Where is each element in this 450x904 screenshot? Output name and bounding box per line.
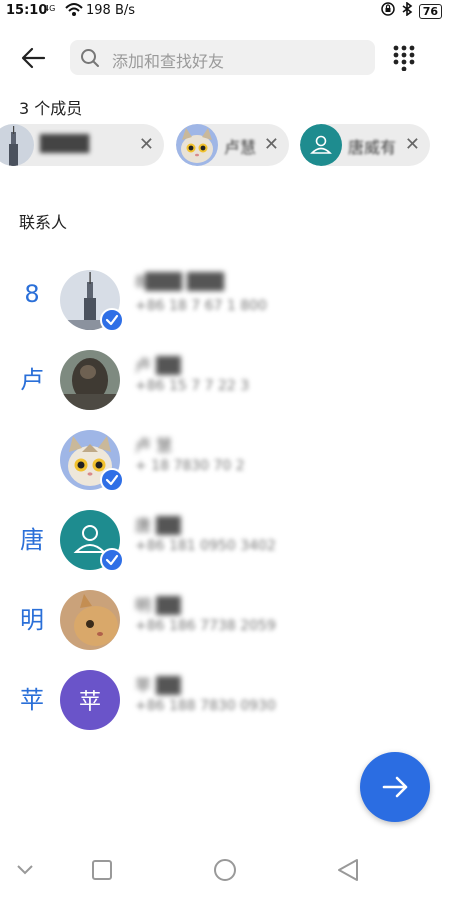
contact-phone: +86 15 7 7 22 3 — [135, 378, 250, 394]
home-circle-icon[interactable] — [214, 859, 236, 881]
avatar — [176, 124, 218, 166]
remove-member-close-icon[interactable]: ✕ — [139, 134, 154, 155]
contact-name: 唐 ██ — [135, 516, 181, 535]
contact-phone: +86 18 7 67 1 800 — [135, 298, 267, 314]
network-type: 4G — [44, 4, 56, 13]
back-arrow-icon — [21, 47, 46, 69]
index-letter: 8 — [24, 280, 40, 308]
index-letter: 卢 — [20, 366, 44, 394]
remove-member-close-icon[interactable]: ✕ — [405, 134, 420, 155]
contact-phone: + 18 7830 70 2 — [135, 458, 245, 474]
contact-row[interactable]: 苹 苹 苹 ██ +86 188 7830 0930 — [0, 660, 450, 738]
avatar — [60, 350, 120, 410]
avatar-initial: 苹 — [78, 690, 101, 715]
recents-square-icon[interactable] — [92, 860, 112, 880]
avatar: 苹 — [60, 670, 120, 730]
wifi-icon — [65, 1, 83, 23]
back-triangle-icon[interactable] — [338, 859, 358, 881]
person-icon — [310, 135, 332, 154]
search-bar[interactable]: 添加和查找好友 — [70, 40, 375, 75]
avatar — [60, 590, 120, 650]
contact-row[interactable]: 唐 唐 ██ +86 181 0950 3402 — [0, 500, 450, 578]
search-placeholder: 添加和查找好友 — [112, 52, 225, 71]
contact-name: 8███ ███ — [135, 272, 225, 291]
network-speed: 198 B/s — [86, 3, 136, 18]
avatar — [0, 124, 34, 166]
contact-phone: +86 188 7830 0930 — [135, 698, 276, 714]
search-icon — [80, 48, 100, 72]
rotation-lock-icon — [380, 2, 395, 20]
dialpad-icon — [393, 45, 415, 72]
selected-check-icon — [100, 468, 124, 492]
remove-member-close-icon[interactable]: ✕ — [264, 134, 279, 155]
selected-check-icon — [100, 308, 124, 332]
system-navigation-bar — [0, 846, 450, 900]
contacts-section-title: 联系人 — [19, 213, 68, 232]
selected-check-icon — [100, 548, 124, 572]
member-chip[interactable]: ████ ✕ — [0, 124, 164, 166]
member-chip-name: 卢慧 — [224, 138, 257, 157]
member-chip-name: ████ — [40, 134, 90, 153]
contact-phone: +86 186 7738 2059 — [135, 618, 276, 634]
contact-name: 卢 ██ — [135, 356, 181, 375]
avatar — [300, 124, 342, 166]
back-button[interactable] — [18, 42, 50, 74]
bluetooth-icon — [401, 1, 413, 20]
contact-phone: +86 181 0950 3402 — [135, 538, 276, 554]
contact-row[interactable]: 明 明 ██ +86 186 7738 2059 — [0, 580, 450, 658]
contact-row[interactable]: 8 8███ ███ +86 18 7 67 1 800 — [0, 260, 450, 338]
member-chip[interactable]: 唐威有 ✕ — [300, 124, 430, 166]
member-chip-name: 唐威有 — [348, 138, 397, 157]
contact-row[interactable]: 卢 卢 ██ +86 15 7 7 22 3 — [0, 340, 450, 418]
contact-name: 明 ██ — [135, 596, 181, 615]
contact-name: 苹 ██ — [135, 676, 181, 695]
dialpad-button[interactable] — [390, 43, 418, 72]
arrow-right-icon — [382, 776, 408, 798]
index-letter: 苹 — [20, 686, 44, 714]
next-button[interactable] — [360, 752, 430, 822]
members-count-title: 3 个成员 — [19, 99, 83, 118]
index-letter: 唐 — [20, 526, 44, 554]
collapse-chevron-icon[interactable] — [17, 865, 33, 875]
contact-name: 卢 慧 — [135, 436, 173, 455]
index-letter: 明 — [20, 606, 44, 634]
member-chip[interactable]: 卢慧 ✕ — [176, 124, 289, 166]
contact-row[interactable]: 卢 慧 + 18 7830 70 2 — [0, 420, 450, 498]
status-bar: 15:10 4G 198 B/s 76 — [0, 0, 450, 24]
status-time: 15:10 — [6, 3, 48, 18]
battery-indicator: 76 — [418, 3, 442, 19]
